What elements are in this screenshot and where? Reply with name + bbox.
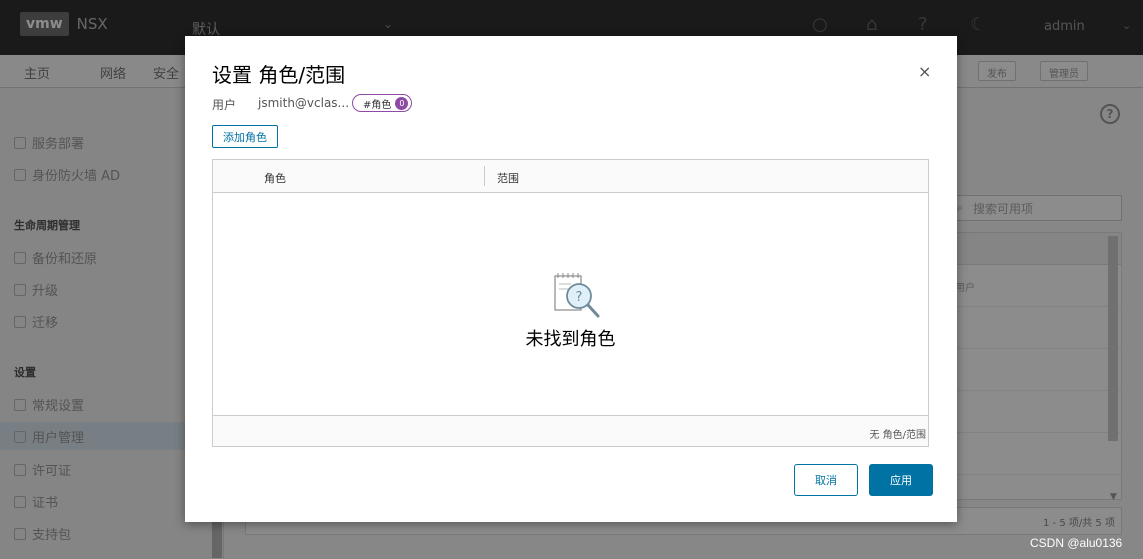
column-header-role[interactable]: 角色 xyxy=(264,170,286,186)
column-header-scope[interactable]: 范围 xyxy=(497,170,519,186)
cancel-button[interactable]: 取消 xyxy=(794,464,858,496)
watermark: CSDN @alu0136 xyxy=(1030,536,1123,550)
dialog-title: 设置 角色/范围 xyxy=(212,63,346,87)
role-count-badge: 0 xyxy=(395,96,409,110)
user-label: 用户 xyxy=(212,98,237,112)
close-icon[interactable]: × xyxy=(918,64,931,80)
roles-datagrid: 角色 范围 ? 未找到角色 无 角色/范围 xyxy=(212,159,929,447)
empty-state-message: 未找到角色 xyxy=(525,329,616,350)
empty-search-icon: ? xyxy=(554,273,600,318)
svg-text:?: ? xyxy=(576,290,583,305)
datagrid-footer-text: 无 角色/范围 xyxy=(869,430,926,441)
column-divider[interactable] xyxy=(484,166,485,186)
apply-button[interactable]: 应用 xyxy=(869,464,933,496)
set-role-scope-dialog: 设置 角色/范围 × 用户 jsmith@vclas... #角色 0 添加角色… xyxy=(185,36,957,522)
role-count-pill[interactable]: #角色 0 xyxy=(352,94,413,112)
datagrid-footer: 无 角色/范围 xyxy=(213,415,928,446)
user-value: jsmith@vclas... xyxy=(258,96,350,110)
add-role-button[interactable]: 添加角色 xyxy=(212,125,278,148)
role-pill-label: #角色 xyxy=(363,99,392,111)
datagrid-header: 角色 范围 xyxy=(213,160,928,193)
